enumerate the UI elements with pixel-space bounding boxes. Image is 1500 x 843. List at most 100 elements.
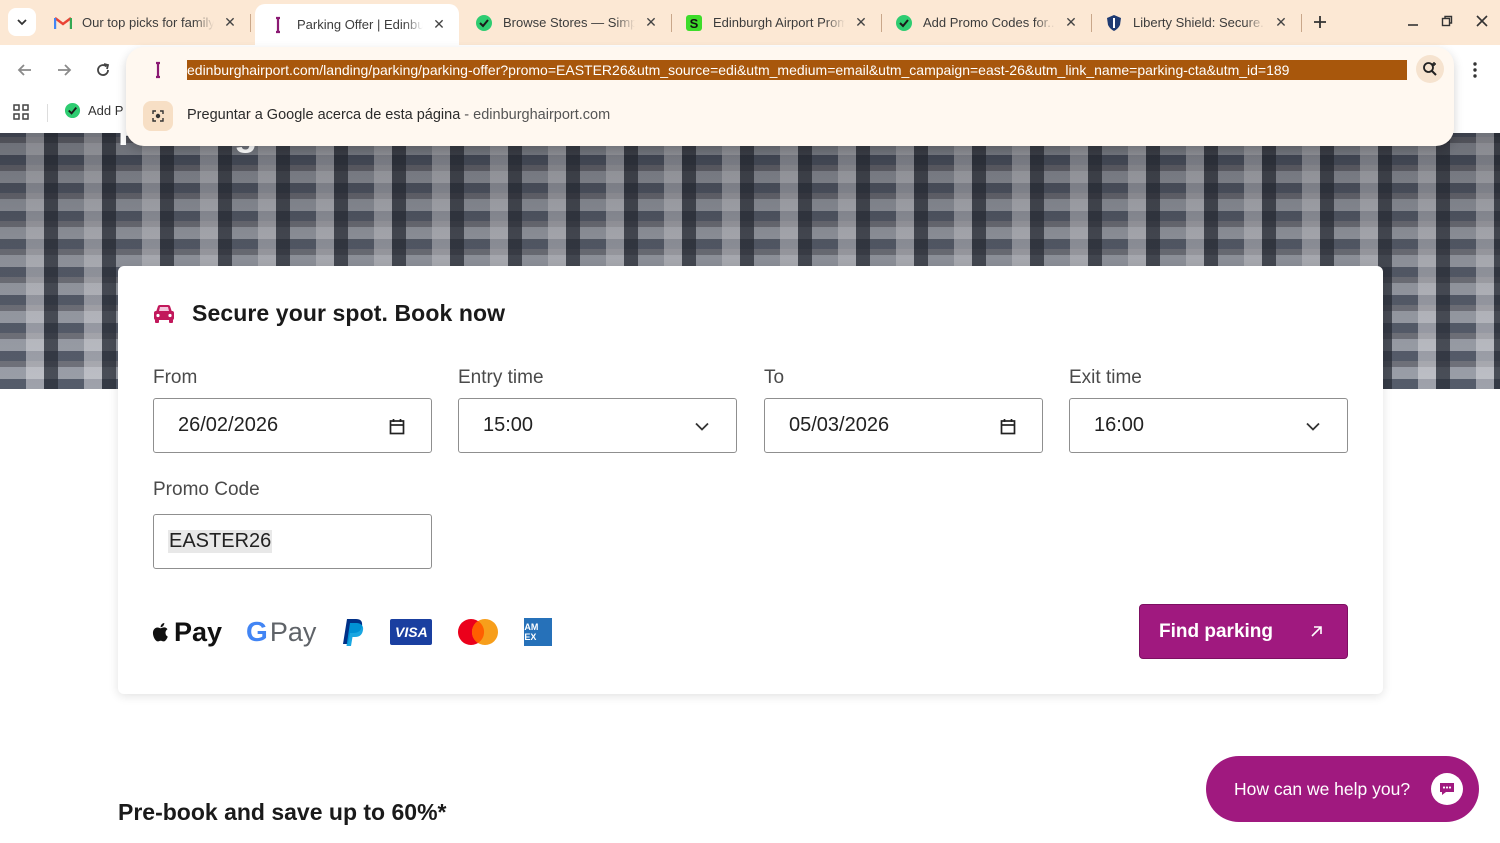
google-pay-logo: G Pay xyxy=(246,616,316,648)
payment-methods: Pay G Pay VISA AM EX xyxy=(152,614,576,650)
chat-label: How can we help you? xyxy=(1234,778,1411,799)
tab-title: Liberty Shield: Secure... xyxy=(1133,15,1265,30)
to-label: To xyxy=(764,367,785,388)
tab-gmail[interactable]: Our top picks for family... ✕ xyxy=(40,6,250,39)
plus-icon xyxy=(1314,16,1326,28)
entry-time-value: 15:00 xyxy=(483,414,534,436)
chat-bubble-icon xyxy=(1431,773,1463,805)
entry-time-select[interactable]: 15:00 xyxy=(458,398,737,453)
apple-icon xyxy=(152,623,168,642)
booking-card: Secure your spot. Book now From 26/02/20… xyxy=(118,266,1383,694)
calendar-icon[interactable] xyxy=(998,416,1018,436)
mastercard-logo xyxy=(456,618,500,646)
arrow-right-icon xyxy=(58,64,72,76)
svg-text:S: S xyxy=(690,16,699,31)
tab-liberty-shield[interactable]: Liberty Shield: Secure... ✕ xyxy=(1091,6,1301,39)
paypal-logo xyxy=(340,617,366,647)
calendar-icon[interactable] xyxy=(387,416,407,436)
lens-search-button[interactable] xyxy=(1416,55,1444,83)
tab-add-promo[interactable]: Add Promo Codes for... ✕ xyxy=(881,6,1091,39)
close-icon[interactable]: ✕ xyxy=(222,14,238,31)
bookmark-separator xyxy=(47,104,48,122)
google-g-icon: G xyxy=(246,616,268,647)
from-date-input[interactable]: 26/02/2026 xyxy=(153,398,432,453)
apple-pay-text: Pay xyxy=(174,616,223,647)
browser-menu-button[interactable] xyxy=(1465,57,1485,83)
savings-heading: Pre-book and save up to 60%* xyxy=(118,799,447,825)
omnibox-suggestion[interactable]: Preguntar a Google acerca de esta página… xyxy=(187,107,610,123)
back-button[interactable] xyxy=(12,57,38,83)
gmail-icon xyxy=(54,14,72,32)
chevron-down-icon xyxy=(17,19,27,26)
chevron-down-icon xyxy=(1303,416,1323,436)
close-icon[interactable]: ✕ xyxy=(853,14,869,31)
from-date-value: 26/02/2026 xyxy=(178,414,279,436)
amex-text: AM EX xyxy=(524,618,553,646)
minimize-icon xyxy=(1408,24,1418,26)
edinburgh-airport-icon xyxy=(269,16,287,34)
arrow-up-right-icon xyxy=(1311,626,1322,637)
ask-google-icon xyxy=(143,101,173,131)
visa-text: VISA xyxy=(390,619,433,645)
to-date-value: 05/03/2026 xyxy=(789,414,890,436)
exit-time-value: 16:00 xyxy=(1094,414,1145,436)
suggestion-text: Preguntar a Google acerca de esta página xyxy=(187,107,461,123)
tab-edinburgh-promo[interactable]: S Edinburgh Airport Promo Codes ✕ xyxy=(671,6,881,39)
bookmark-item[interactable]: Add P xyxy=(64,102,123,119)
more-vert-icon xyxy=(1473,62,1477,78)
tab-separator xyxy=(250,14,251,32)
google-pay-text: Pay xyxy=(269,616,317,647)
chevron-down-icon xyxy=(692,416,712,436)
find-parking-button[interactable]: Find parking xyxy=(1139,604,1348,659)
apple-pay-logo: Pay xyxy=(152,617,222,648)
arrow-left-icon xyxy=(17,64,31,76)
tab-parking-offer[interactable]: Parking Offer | Edinburgh Airport ✕ xyxy=(255,4,459,45)
find-parking-label: Find parking xyxy=(1159,620,1273,642)
simplycodes-icon xyxy=(64,102,81,119)
tab-title: Add Promo Codes for... xyxy=(923,15,1055,30)
booking-heading: Secure your spot. Book now xyxy=(192,300,506,326)
promo-code-label: Promo Code xyxy=(153,479,260,500)
new-tab-button[interactable] xyxy=(1308,10,1332,34)
visa-logo: VISA xyxy=(390,619,433,645)
exit-time-select[interactable]: 16:00 xyxy=(1069,398,1348,453)
close-icon[interactable]: ✕ xyxy=(1273,14,1289,31)
tab-title: Edinburgh Airport Promo Codes xyxy=(713,15,845,30)
suggestion-domain: edinburghairport.com xyxy=(473,107,611,123)
reload-button[interactable] xyxy=(90,57,116,83)
close-icon[interactable]: ✕ xyxy=(1063,14,1079,31)
tab-separator xyxy=(1301,14,1302,32)
tab-strip: Our top picks for family... ✕ Parking Of… xyxy=(0,0,1500,45)
promo-code-input[interactable]: EASTER26 xyxy=(153,514,432,569)
from-label: From xyxy=(153,367,198,388)
booking-header: Secure your spot. Book now xyxy=(152,300,505,327)
minimize-button[interactable] xyxy=(1398,8,1428,34)
omnibox-dropdown: edinburghairport.com/landing/parking/par… xyxy=(126,47,1454,146)
chat-widget-button[interactable]: How can we help you? xyxy=(1206,756,1479,822)
exit-time-label: Exit time xyxy=(1069,367,1142,388)
tab-title: Our top picks for family... xyxy=(82,15,214,30)
forward-button[interactable] xyxy=(51,57,77,83)
suggestion-separator: - xyxy=(460,107,474,123)
lens-search-icon xyxy=(1423,62,1437,76)
tab-search-button[interactable] xyxy=(8,8,36,36)
simplycodes-icon xyxy=(475,14,493,32)
address-bar-input[interactable]: edinburghairport.com/landing/parking/par… xyxy=(187,60,1407,80)
apps-icon[interactable] xyxy=(12,103,32,123)
close-icon[interactable]: ✕ xyxy=(431,16,447,33)
edinburgh-airport-icon[interactable] xyxy=(150,60,166,80)
tab-browse-stores[interactable]: Browse Stores — SimplyCodes ✕ xyxy=(461,6,671,39)
s-icon: S xyxy=(685,14,703,32)
tab-title: Browse Stores — SimplyCodes xyxy=(503,15,635,30)
restore-button[interactable] xyxy=(1432,8,1462,34)
entry-time-label: Entry time xyxy=(458,367,544,388)
simplycodes-icon xyxy=(895,14,913,32)
close-icon[interactable]: ✕ xyxy=(643,14,659,31)
to-date-input[interactable]: 05/03/2026 xyxy=(764,398,1043,453)
close-window-button[interactable] xyxy=(1467,8,1497,34)
close-icon xyxy=(1476,15,1488,27)
car-icon xyxy=(154,304,174,323)
promo-code-value: EASTER26 xyxy=(168,530,273,553)
amex-logo: AM EX xyxy=(524,618,553,646)
shield-icon xyxy=(1105,14,1123,32)
